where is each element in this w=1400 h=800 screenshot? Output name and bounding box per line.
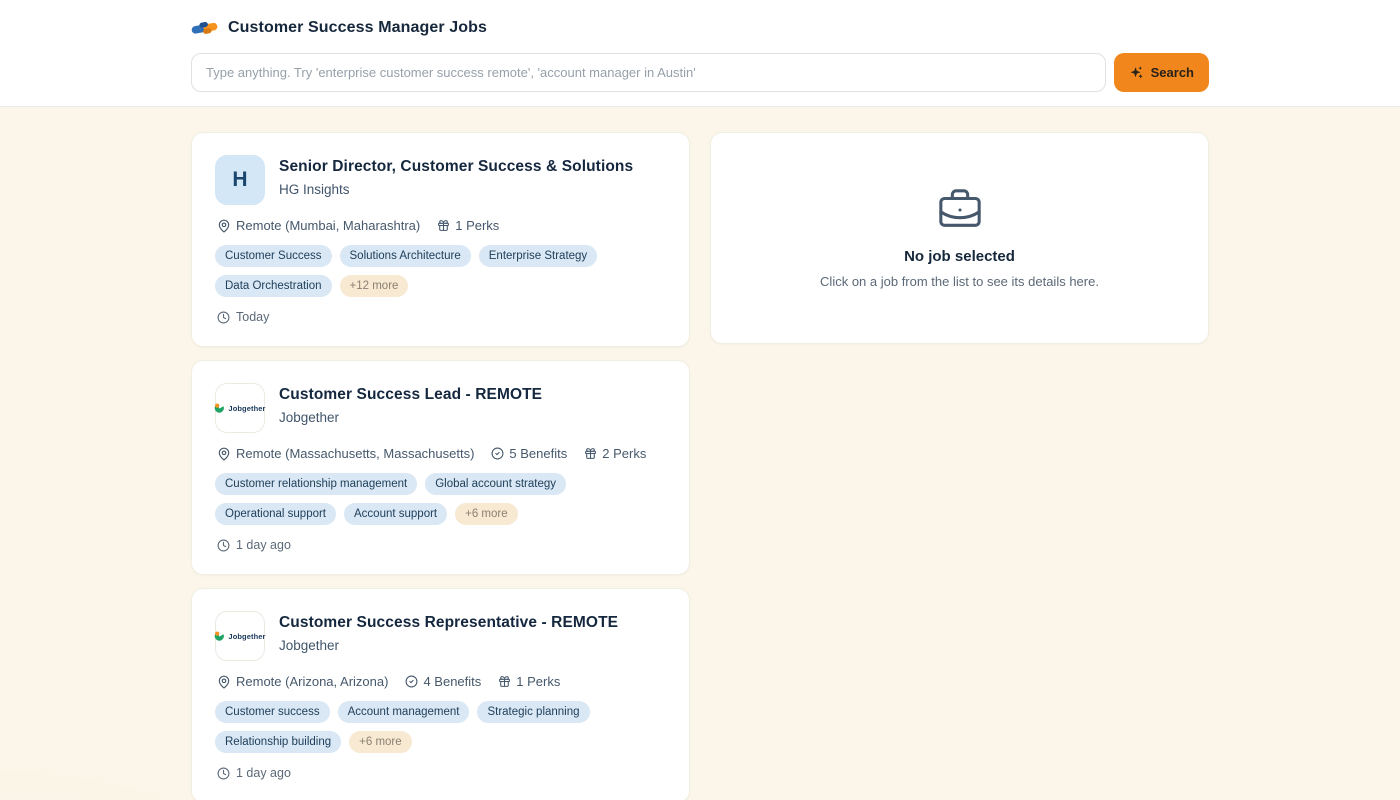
map-pin-icon	[217, 675, 231, 689]
more-tags-pill: +6 more	[455, 503, 518, 525]
job-perks-text: 1 Perks	[516, 674, 560, 689]
main-content: H Senior Director, Customer Success & So…	[0, 107, 1400, 800]
job-meta: Remote (Massachusetts, Massachusetts) 5 …	[215, 446, 666, 461]
tag-pill: Customer Success	[215, 245, 332, 267]
gift-icon	[498, 675, 511, 688]
map-pin-icon	[217, 219, 231, 233]
company-logo: Jobgether	[215, 611, 265, 661]
job-detail-panel: No job selected Click on a job from the …	[710, 132, 1209, 344]
clock-icon	[217, 539, 230, 552]
check-circle-icon	[405, 675, 418, 688]
job-location-text: Remote (Mumbai, Maharashtra)	[236, 218, 420, 233]
job-benefits-text: 4 Benefits	[423, 674, 481, 689]
tag-pill: Customer success	[215, 701, 330, 723]
clock-icon	[217, 311, 230, 324]
job-card[interactable]: H Senior Director, Customer Success & So…	[191, 132, 690, 347]
clock-icon	[217, 767, 230, 780]
job-title[interactable]: Senior Director, Customer Success & Solu…	[279, 158, 633, 176]
search-button[interactable]: Search	[1114, 53, 1209, 92]
job-perks: 1 Perks	[437, 218, 499, 233]
job-card[interactable]: Jobgether Customer Success Lead - REMOTE…	[191, 360, 690, 575]
company-name: HG Insights	[279, 182, 633, 197]
job-tags: Customer success Account management Stra…	[215, 701, 666, 753]
tag-pill: Account management	[338, 701, 470, 723]
tag-pill: Enterprise Strategy	[479, 245, 597, 267]
company-logo: H	[215, 155, 265, 205]
job-meta: Remote (Arizona, Arizona) 4 Benefits 1 P…	[215, 674, 666, 689]
tag-pill: Data Orchestration	[215, 275, 332, 297]
tag-pill: Account support	[344, 503, 447, 525]
job-list: H Senior Director, Customer Success & So…	[191, 132, 690, 800]
company-name: Jobgether	[279, 410, 542, 425]
job-location: Remote (Massachusetts, Massachusetts)	[217, 446, 474, 461]
job-location: Remote (Mumbai, Maharashtra)	[217, 218, 420, 233]
job-posted: Today	[215, 310, 666, 324]
job-location: Remote (Arizona, Arizona)	[217, 674, 388, 689]
briefcase-icon	[937, 187, 983, 233]
tag-pill: Solutions Architecture	[340, 245, 471, 267]
company-logo-letter: H	[232, 168, 247, 192]
job-benefits: 4 Benefits	[405, 674, 481, 689]
company-name: Jobgether	[279, 638, 618, 653]
jobgether-logo-text: Jobgether	[228, 632, 265, 641]
job-perks: 2 Perks	[584, 446, 646, 461]
tag-pill: Global account strategy	[425, 473, 566, 495]
sparkles-icon	[1129, 65, 1144, 80]
check-circle-icon	[491, 447, 504, 460]
page-title: Customer Success Manager Jobs	[228, 19, 487, 37]
job-posted: 1 day ago	[215, 766, 666, 780]
handshake-icon	[191, 17, 218, 39]
company-logo: Jobgether	[215, 383, 265, 433]
job-meta: Remote (Mumbai, Maharashtra) 1 Perks	[215, 218, 666, 233]
job-tags: Customer Success Solutions Architecture …	[215, 245, 666, 297]
tag-pill: Relationship building	[215, 731, 341, 753]
job-perks-text: 2 Perks	[602, 446, 646, 461]
more-tags-pill: +12 more	[340, 275, 409, 297]
map-pin-icon	[217, 447, 231, 461]
tag-pill: Strategic planning	[477, 701, 589, 723]
job-benefits-text: 5 Benefits	[509, 446, 567, 461]
jobgether-logo-icon	[214, 631, 225, 642]
job-title[interactable]: Customer Success Representative - REMOTE	[279, 614, 618, 632]
job-posted-text: Today	[236, 310, 269, 324]
gift-icon	[584, 447, 597, 460]
job-posted-text: 1 day ago	[236, 766, 291, 780]
empty-state-subtitle: Click on a job from the list to see its …	[820, 274, 1099, 289]
jobgether-logo-icon	[214, 403, 225, 414]
job-posted: 1 day ago	[215, 538, 666, 552]
tag-pill: Customer relationship management	[215, 473, 417, 495]
gift-icon	[437, 219, 450, 232]
job-location-text: Remote (Arizona, Arizona)	[236, 674, 388, 689]
more-tags-pill: +6 more	[349, 731, 412, 753]
search-button-label: Search	[1151, 65, 1194, 80]
job-benefits: 5 Benefits	[491, 446, 567, 461]
job-title[interactable]: Customer Success Lead - REMOTE	[279, 386, 542, 404]
job-tags: Customer relationship management Global …	[215, 473, 666, 525]
job-perks: 1 Perks	[498, 674, 560, 689]
empty-state-title: No job selected	[904, 248, 1015, 265]
jobgether-logo-text: Jobgether	[228, 404, 265, 413]
job-posted-text: 1 day ago	[236, 538, 291, 552]
search-input[interactable]	[191, 53, 1106, 92]
tag-pill: Operational support	[215, 503, 336, 525]
job-perks-text: 1 Perks	[455, 218, 499, 233]
page-header: Customer Success Manager Jobs Search	[0, 0, 1400, 107]
job-location-text: Remote (Massachusetts, Massachusetts)	[236, 446, 474, 461]
job-card[interactable]: Jobgether Customer Success Representativ…	[191, 588, 690, 800]
